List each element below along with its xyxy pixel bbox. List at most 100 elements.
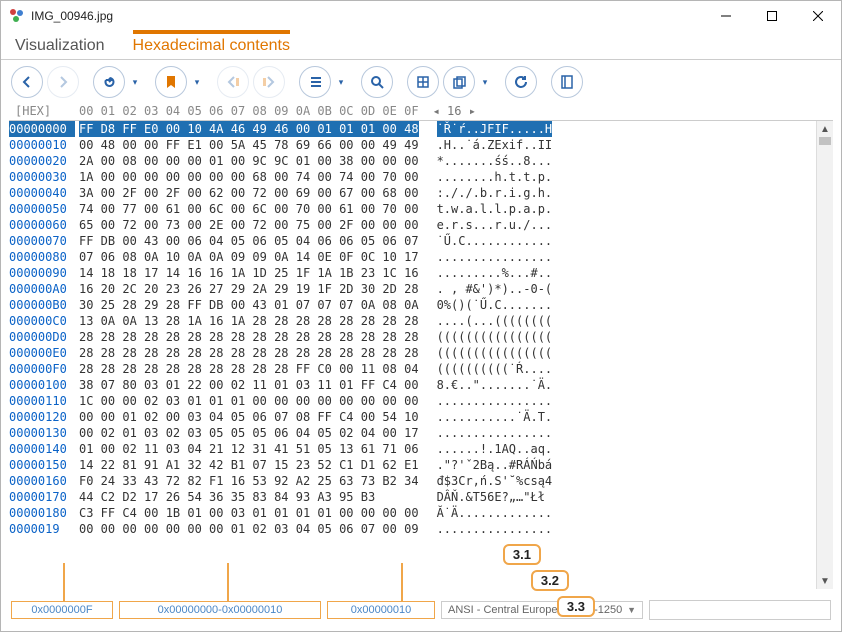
address-cell[interactable]: 00000140: [9, 441, 75, 457]
hex-cell[interactable]: 28 28 28 28 28 28 28 28 28 28 28 28 28 2…: [79, 345, 419, 361]
address-cell[interactable]: 000000A0: [9, 281, 75, 297]
ascii-cell[interactable]: đ$3Cr‚ń.S'˘%csą4: [437, 473, 553, 489]
copy-dropdown[interactable]: ▾: [479, 77, 491, 88]
hex-cell[interactable]: C3 FF C4 00 1B 01 00 03 01 01 01 01 00 0…: [79, 505, 419, 521]
ascii-cell[interactable]: ((((((((((((((((: [437, 345, 553, 361]
ascii-cell[interactable]: t.w.a.l.l.p.a.p.: [437, 201, 553, 217]
ascii-cell[interactable]: ((((((((((˙Ŕ....: [437, 361, 553, 377]
hex-cell[interactable]: 65 00 72 00 73 00 2E 00 72 00 75 00 2F 0…: [79, 217, 419, 233]
address-cell[interactable]: 00000110: [9, 393, 75, 409]
ascii-cell[interactable]: 0%()(˙Ű.C.......: [437, 297, 553, 313]
ascii-cell[interactable]: .H..˙á.ZExif..II: [437, 137, 553, 153]
hex-view[interactable]: 0000000000000010000000200000003000000040…: [9, 120, 833, 589]
ascii-cell[interactable]: ...........˙Ä.T.: [437, 409, 553, 425]
address-cell[interactable]: 000000B0: [9, 297, 75, 313]
ascii-cell[interactable]: ................: [437, 521, 553, 537]
address-cell[interactable]: 00000010: [9, 137, 75, 153]
hex-cell[interactable]: 13 0A 0A 13 28 1A 16 1A 28 28 28 28 28 2…: [79, 313, 419, 329]
bookmark-dropdown[interactable]: ▾: [191, 77, 203, 88]
address-cell[interactable]: 000000E0: [9, 345, 75, 361]
ascii-cell[interactable]: ......!.1AQ..aq.: [437, 441, 553, 457]
copy-button[interactable]: [443, 66, 475, 98]
list-dropdown[interactable]: ▾: [335, 77, 347, 88]
hex-cell[interactable]: 74 00 77 00 61 00 6C 00 6C 00 70 00 61 0…: [79, 201, 419, 217]
ascii-cell[interactable]: ................: [437, 249, 553, 265]
hex-cell[interactable]: 30 25 28 29 28 FF DB 00 43 01 07 07 07 0…: [79, 297, 419, 313]
hex-cell[interactable]: FF DB 00 43 00 06 04 05 06 05 04 06 06 0…: [79, 233, 419, 249]
ascii-cell[interactable]: e.r.s...r.u./...: [437, 217, 553, 233]
ascii-cell[interactable]: ................: [437, 393, 553, 409]
ascii-cell[interactable]: *.......śś..8...: [437, 153, 553, 169]
hex-cell[interactable]: 07 06 08 0A 10 0A 0A 09 09 0A 14 0E 0F 0…: [79, 249, 419, 265]
ascii-cell[interactable]: :././.b.r.i.g.h.: [437, 185, 553, 201]
hex-cell[interactable]: 28 28 28 28 28 28 28 28 28 28 28 28 28 2…: [79, 329, 419, 345]
nav-back-button[interactable]: [11, 66, 43, 98]
col-nav[interactable]: ◂ 16 ▸: [433, 104, 476, 118]
address-cell[interactable]: 00000040: [9, 185, 75, 201]
hex-cell[interactable]: F0 24 33 43 72 82 F1 16 53 92 A2 25 63 7…: [79, 473, 419, 489]
address-cell[interactable]: 00000090: [9, 265, 75, 281]
status-offset[interactable]: 0x0000000F: [11, 601, 113, 619]
address-cell[interactable]: 00000100: [9, 377, 75, 393]
address-cell[interactable]: 00000000: [9, 121, 75, 137]
column-button[interactable]: [551, 66, 583, 98]
address-cell[interactable]: 00000080: [9, 249, 75, 265]
minimize-button[interactable]: [703, 1, 749, 31]
address-cell[interactable]: 00000130: [9, 425, 75, 441]
scroll-thumb[interactable]: [819, 137, 831, 145]
list-button[interactable]: [299, 66, 331, 98]
address-cell[interactable]: 00000170: [9, 489, 75, 505]
encoding-selector[interactable]: ANSI - Central European / CP-1250 ▼: [441, 601, 643, 619]
address-cell[interactable]: 0000019: [9, 521, 75, 537]
address-cell[interactable]: 000000D0: [9, 329, 75, 345]
address-cell[interactable]: 00000020: [9, 153, 75, 169]
hex-cell[interactable]: 00 00 01 02 00 03 04 05 06 07 08 FF C4 0…: [79, 409, 419, 425]
prev-bookmark-button[interactable]: [217, 66, 249, 98]
ascii-cell[interactable]: DÂŇ.&T56E?„…"Łł: [437, 489, 553, 505]
address-cell[interactable]: 000000F0: [9, 361, 75, 377]
bookmark-button[interactable]: [155, 66, 187, 98]
hex-cell[interactable]: 38 07 80 03 01 22 00 02 11 01 03 11 01 F…: [79, 377, 419, 393]
status-range[interactable]: 0x00000000-0x00000010: [119, 601, 321, 619]
ascii-cell[interactable]: . , #&')*)..-0-(: [437, 281, 553, 297]
hex-cell[interactable]: 14 22 81 91 A1 32 42 B1 07 15 23 52 C1 D…: [79, 457, 419, 473]
address-cell[interactable]: 00000060: [9, 217, 75, 233]
nav-forward-button[interactable]: [47, 66, 79, 98]
address-cell[interactable]: 00000050: [9, 201, 75, 217]
search-button[interactable]: [361, 66, 393, 98]
tab-visualization[interactable]: Visualization: [15, 34, 105, 59]
refresh-button[interactable]: [505, 66, 537, 98]
ascii-cell[interactable]: Ă˙Ä.............: [437, 505, 553, 521]
address-cell[interactable]: 000000C0: [9, 313, 75, 329]
hex-cell[interactable]: 00 48 00 00 FF E1 00 5A 45 78 69 66 00 0…: [79, 137, 419, 153]
vertical-scrollbar[interactable]: ▲ ▼: [816, 121, 833, 589]
address-cell[interactable]: 00000070: [9, 233, 75, 249]
maximize-button[interactable]: [749, 1, 795, 31]
scroll-down-icon[interactable]: ▼: [817, 573, 833, 589]
hex-cell[interactable]: 16 20 2C 20 23 26 27 29 2A 29 19 1F 2D 3…: [79, 281, 419, 297]
hex-cell[interactable]: 2A 00 08 00 00 00 01 00 9C 9C 01 00 38 0…: [79, 153, 419, 169]
hex-cell[interactable]: 44 C2 D2 17 26 54 36 35 83 84 93 A3 95 B…: [79, 489, 419, 505]
hex-cell[interactable]: 1C 00 00 02 03 01 01 01 00 00 00 00 00 0…: [79, 393, 419, 409]
hex-cell[interactable]: 3A 00 2F 00 2F 00 62 00 72 00 69 00 67 0…: [79, 185, 419, 201]
address-cell[interactable]: 00000030: [9, 169, 75, 185]
ascii-cell[interactable]: 8.€..".......˙Ä.: [437, 377, 553, 393]
hex-cell[interactable]: 14 18 18 17 14 16 16 1A 1D 25 1F 1A 1B 2…: [79, 265, 419, 281]
redo-button[interactable]: [93, 66, 125, 98]
address-cell[interactable]: 00000120: [9, 409, 75, 425]
ascii-cell[interactable]: ((((((((((((((((: [437, 329, 553, 345]
address-cell[interactable]: 00000180: [9, 505, 75, 521]
ascii-cell[interactable]: ˙Ř˙ŕ..JFIF.....H: [437, 121, 553, 137]
grid-button[interactable]: [407, 66, 439, 98]
scroll-up-icon[interactable]: ▲: [817, 121, 833, 137]
hex-cell[interactable]: 01 00 02 11 03 04 21 12 31 41 51 05 13 6…: [79, 441, 419, 457]
ascii-cell[interactable]: ."?'ˇ2Bą..#RÁŃbá: [437, 457, 553, 473]
address-cell[interactable]: 00000160: [9, 473, 75, 489]
ascii-cell[interactable]: ........h.t.t.p.: [437, 169, 553, 185]
hex-cell[interactable]: 28 28 28 28 28 28 28 28 28 28 FF C0 00 1…: [79, 361, 419, 377]
next-bookmark-button[interactable]: [253, 66, 285, 98]
ascii-cell[interactable]: ˙Ű.C............: [437, 233, 553, 249]
close-button[interactable]: [795, 1, 841, 31]
hex-cell[interactable]: 1A 00 00 00 00 00 00 00 68 00 74 00 74 0…: [79, 169, 419, 185]
hex-cell[interactable]: 00 00 00 00 00 00 00 01 02 03 04 05 06 0…: [79, 521, 419, 537]
